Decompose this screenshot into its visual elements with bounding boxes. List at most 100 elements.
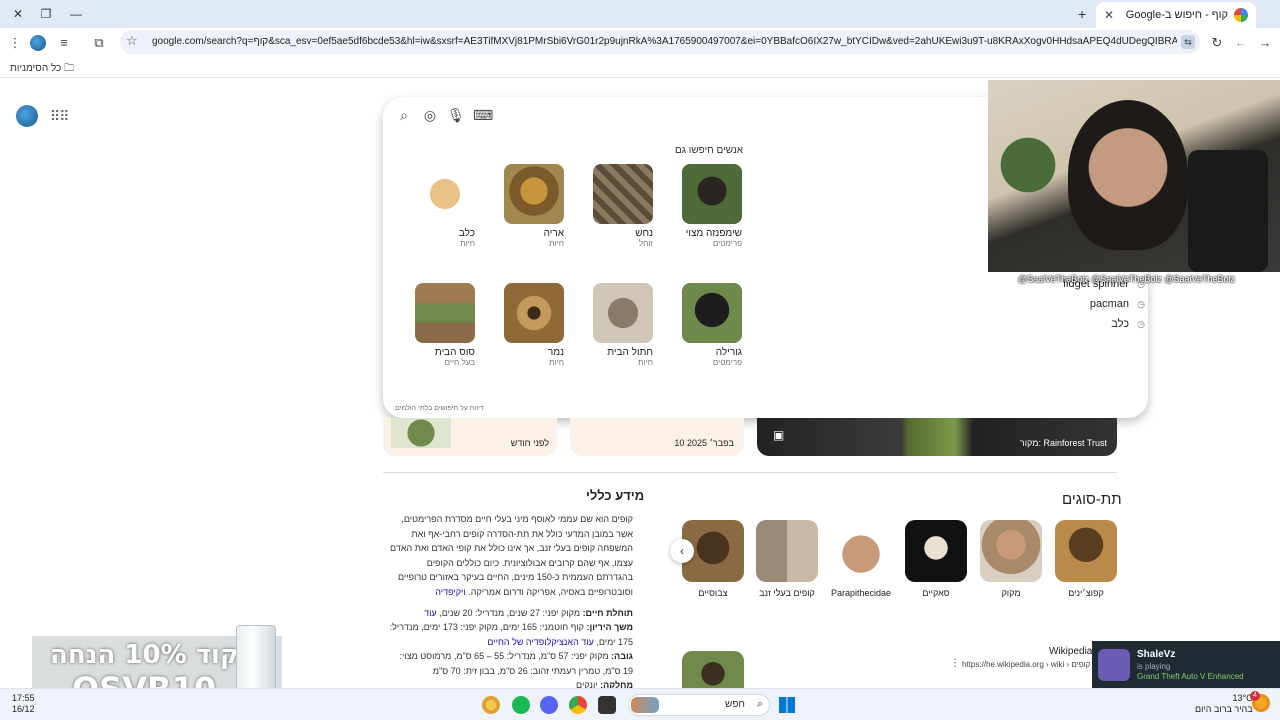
report-inappropriate-link[interactable]: דיווח על חיפושים בלתי הולמים bbox=[395, 405, 484, 412]
media-icon[interactable]: ≡ bbox=[55, 34, 73, 52]
suggestion-image bbox=[682, 283, 742, 343]
wikipedia-source-url[interactable]: https://he.wikipedia.org › wiki › קופים bbox=[962, 660, 1090, 669]
history-icon: ◷ bbox=[1137, 319, 1145, 329]
app-icon[interactable] bbox=[482, 696, 500, 714]
suggestion-card[interactable]: שימפנזה מצוי פרימטים bbox=[682, 164, 742, 248]
account-avatar[interactable] bbox=[16, 105, 38, 127]
microphone-icon[interactable]: 🎙 bbox=[447, 107, 465, 125]
subtype-card[interactable]: סאקיים bbox=[905, 520, 967, 598]
suggestion-name: חתול הבית bbox=[607, 347, 653, 358]
bookmark-star-icon[interactable]: ☆ bbox=[126, 33, 138, 49]
recent-search-item[interactable]: ◷ כלב bbox=[1030, 318, 1145, 338]
suggestion-type: פרימטים bbox=[712, 358, 742, 367]
new-tab-icon[interactable]: + bbox=[1078, 6, 1086, 22]
restore-window-icon[interactable]: ❐ bbox=[38, 6, 54, 22]
suggestion-image bbox=[504, 283, 564, 343]
fact-row: תוחלת חיים: מקוק יפני: 27 שנים, מנדריל: … bbox=[388, 606, 633, 621]
now-playing-user: ShaleVz bbox=[1137, 649, 1176, 660]
subtype-card[interactable]: Parapithecidae bbox=[830, 520, 892, 598]
chrome-icon[interactable] bbox=[569, 696, 587, 714]
site-settings-icon[interactable]: ⇆ bbox=[1181, 35, 1195, 49]
suggestion-type: חיות bbox=[549, 358, 564, 367]
subtype-card[interactable]: קופים בעלי זנב bbox=[756, 520, 818, 598]
spotify-icon[interactable] bbox=[512, 696, 530, 714]
all-bookmarks[interactable]: כל הסימניות 🗀 bbox=[10, 61, 74, 78]
taskbar-search[interactable]: חפש ⌕ bbox=[628, 694, 770, 716]
profile-icon[interactable] bbox=[30, 35, 46, 51]
suggestion-name: אריה bbox=[543, 228, 564, 239]
keyboard-icon[interactable]: ⌨ bbox=[473, 107, 493, 125]
subtype-card[interactable]: קפוצ׳ינים bbox=[1055, 520, 1117, 598]
subtype-card[interactable]: מקוק bbox=[980, 520, 1042, 598]
subtype-image bbox=[905, 520, 967, 582]
wikipedia-link[interactable]: ויקיפדיה bbox=[435, 587, 465, 597]
reload-icon[interactable]: ↻ bbox=[1208, 34, 1226, 52]
clock-time: 17:55 bbox=[12, 693, 35, 703]
search-icon[interactable]: ⌕ bbox=[395, 107, 413, 125]
suggestion-name: כלב bbox=[458, 228, 475, 239]
suggestion-name: סוס הבית bbox=[434, 347, 475, 358]
url-text[interactable]: google.com/search?q=קוף&sca_esv=0ef5ae5d… bbox=[152, 36, 1177, 47]
image-card[interactable]: 10 בפבר׳ 2025 bbox=[570, 418, 744, 456]
tab-bar: ✕ ❐ — + קוף - חיפוש ב-Google ✕ bbox=[0, 0, 1280, 28]
suggestion-card[interactable]: כלב חיות bbox=[415, 164, 475, 248]
extensions-icon[interactable]: ⧉ bbox=[90, 34, 108, 52]
wikipedia-source-name[interactable]: Wikipedia bbox=[1049, 646, 1092, 657]
tab-active[interactable]: קוף - חיפוש ב-Google ✕ bbox=[1096, 2, 1256, 28]
suggestion-name: נחש bbox=[635, 228, 653, 239]
lens-icon[interactable]: ◎ bbox=[421, 107, 439, 125]
more-options-icon[interactable]: ⋮ bbox=[950, 658, 960, 669]
fact-more-link[interactable]: עוד האנציקלופדיה של החיים bbox=[487, 637, 593, 647]
taskbar-search-label: חפש bbox=[725, 699, 745, 710]
weather-temp: 13°C bbox=[1232, 693, 1253, 703]
info-body: קופים הוא שם עממי לאוסף מיני בעלי חיים מ… bbox=[388, 512, 633, 599]
image-card-source: מקור: Rainforest Trust bbox=[1019, 438, 1107, 448]
suggestion-card[interactable]: אריה חיות bbox=[504, 164, 564, 248]
discord-icon[interactable] bbox=[540, 696, 558, 714]
address-bar[interactable]: ☆ google.com/search?q=קוף&sca_esv=0ef5ae… bbox=[120, 30, 1200, 54]
fact-row: גובה: מקוק יפני: 57 ס"מ, מנדריל: 55 – 65… bbox=[388, 649, 633, 678]
weather-desc: בהיר ברוב היום bbox=[1195, 704, 1253, 714]
history-icon: ◷ bbox=[1137, 299, 1145, 309]
image-card-date: לפני חודש bbox=[510, 438, 549, 448]
recent-search-item[interactable]: ◷ pacman bbox=[1030, 298, 1145, 318]
info-text: קופים הוא שם עממי לאוסף מיני בעלי חיים מ… bbox=[390, 514, 633, 597]
windows-start-icon[interactable] bbox=[779, 697, 795, 713]
clock-date: 16/12 bbox=[12, 704, 35, 714]
apps-grid-icon[interactable]: ⠿⠿ bbox=[50, 108, 69, 125]
forward-icon[interactable]: ← bbox=[1232, 34, 1250, 52]
subtype-label: מקוק bbox=[1001, 588, 1021, 598]
image-icon: ▣ bbox=[773, 428, 785, 442]
fact-label: משך היריון: bbox=[586, 622, 633, 632]
webcam-plant bbox=[998, 120, 1058, 210]
subtype-label: סאקיים bbox=[922, 588, 950, 598]
fact-more-link[interactable]: עוד bbox=[424, 608, 437, 618]
carousel-prev-arrow[interactable]: ‹ bbox=[670, 539, 694, 563]
suggestion-card[interactable]: נמר חיות bbox=[504, 283, 564, 367]
suggestion-card[interactable]: גורילה פרימטים bbox=[682, 283, 742, 367]
suggestion-image bbox=[682, 164, 742, 224]
now-playing-status: is playing bbox=[1137, 662, 1171, 671]
result-thumb[interactable] bbox=[682, 651, 744, 689]
now-playing-game: Grand Theft Auto V Enhanced bbox=[1137, 672, 1244, 681]
terminal-icon[interactable] bbox=[598, 696, 616, 714]
taskbar-clock[interactable]: 17:55 16/12 bbox=[12, 693, 35, 715]
image-card[interactable]: לפני חודש bbox=[383, 418, 557, 456]
image-card[interactable]: ▣ מקור: Rainforest Trust bbox=[757, 418, 1117, 456]
suggestion-card[interactable]: סוס הבית בעל חיים bbox=[415, 283, 475, 367]
subtype-card[interactable]: צבוסיים bbox=[682, 520, 744, 598]
notification-badge: 4 bbox=[1250, 691, 1260, 701]
subtype-image bbox=[980, 520, 1042, 582]
suggestion-card[interactable]: נחש זוחל bbox=[593, 164, 653, 248]
suggestion-type: בעל חיים bbox=[444, 358, 475, 367]
suggestion-name: שימפנזה מצוי bbox=[685, 228, 742, 239]
suggestion-card[interactable]: חתול הבית חיות bbox=[593, 283, 653, 367]
close-window-icon[interactable]: ✕ bbox=[10, 6, 26, 22]
minimize-window-icon[interactable]: — bbox=[68, 6, 84, 22]
image-thumb bbox=[391, 418, 451, 448]
promo-discount-text: קוד 10% הנחה bbox=[50, 640, 240, 670]
menu-icon[interactable]: ⋮ bbox=[6, 34, 24, 52]
tab-close-icon[interactable]: ✕ bbox=[1104, 8, 1114, 22]
back-icon[interactable]: → bbox=[1256, 34, 1274, 52]
weather-widget[interactable]: 13°C בהיר ברוב היום bbox=[1195, 693, 1253, 715]
